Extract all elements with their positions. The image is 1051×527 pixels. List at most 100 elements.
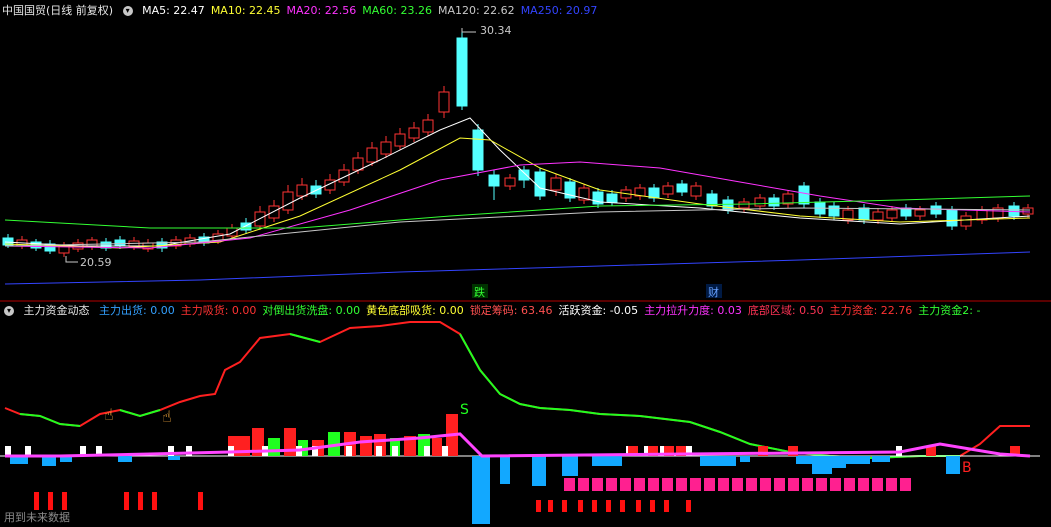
fund-decline-line	[289, 333, 321, 343]
panel-divider	[0, 300, 1051, 302]
ma-line	[4, 137, 1031, 249]
candle-body	[366, 147, 378, 163]
bottom-signal-bar	[620, 500, 625, 512]
indicator-legend-item: 主力资金2: -	[918, 304, 981, 317]
bottom-zone-block	[634, 478, 645, 491]
outflow-bar	[168, 456, 180, 460]
candle-body	[422, 119, 434, 133]
signal-tick	[442, 446, 448, 456]
indicator-legend-item: 主力出货: 0.00	[99, 304, 175, 317]
indicator-legend-item: 对倒出货洗盘: 0.00	[262, 304, 361, 317]
candle-body	[394, 133, 406, 147]
settings-toggle-icon[interactable]: ▾	[122, 6, 133, 16]
bottom-signal-bar	[138, 492, 143, 510]
bottom-signal-bar	[562, 500, 567, 512]
pull-up-line	[5, 432, 1031, 458]
signal-tick	[376, 446, 382, 456]
candle-body	[456, 37, 468, 107]
indicator-chart[interactable]: ☝ ☝ S B	[0, 320, 1051, 525]
bottom-zone-block	[774, 478, 785, 491]
candle-body	[738, 201, 750, 209]
ma-legend-item: MA10: 22.45	[210, 4, 281, 17]
candle-body	[722, 199, 734, 211]
candle-body	[606, 193, 618, 203]
bottom-zone-block	[844, 478, 855, 491]
outflow-bar	[472, 456, 490, 524]
indicator-legend-item: 锁定筹码: 63.46	[469, 304, 553, 317]
outflow-bar	[500, 456, 510, 484]
bottom-signal-bar	[578, 500, 583, 512]
volume-bar	[268, 438, 280, 456]
bottom-signal-bar	[48, 492, 53, 510]
sell-signal-label: S	[460, 402, 469, 418]
candle-body	[648, 187, 660, 199]
ma-legend-item: MA60: 23.26	[362, 4, 432, 17]
low-price-label: 20.59	[80, 256, 112, 269]
candle-body	[768, 197, 780, 207]
ma-legend-item: MA120: 22.62	[437, 4, 515, 17]
hand-icon: ☝	[162, 407, 172, 426]
outflow-bar	[846, 456, 870, 464]
main-fund-line	[4, 321, 1030, 460]
indicator-legend-item: 活跃资金: -0.05	[558, 304, 639, 317]
indicator-header: ▾ 主力资金动态 主力出货: 0.00 主力吸货: 0.00 对倒出货洗盘: 0.0…	[0, 303, 1051, 319]
candle-body	[676, 183, 688, 193]
fund-decline-line	[459, 333, 960, 460]
indicator-legend-item: 主力拉升力度: 0.03	[644, 304, 742, 317]
ma-line	[4, 161, 1031, 249]
bottom-zone-block	[802, 478, 813, 491]
event-marker-die: 跌	[474, 285, 485, 299]
bottom-zone-block	[690, 478, 701, 491]
candle-body	[504, 177, 516, 187]
watermark-text: 用到未来数据	[4, 511, 70, 524]
candle-body	[296, 184, 308, 197]
outflow-bar	[872, 456, 890, 462]
volume-bar	[360, 436, 372, 456]
candle-body	[338, 169, 350, 183]
bottom-zone-block	[816, 478, 827, 491]
signal-tick	[392, 446, 398, 456]
ma-legend-item: MA250: 20.97	[520, 4, 598, 17]
signal-tick	[346, 446, 352, 456]
candle-body	[380, 141, 392, 155]
bottom-zone-block	[592, 478, 603, 491]
bottom-signal-bar	[664, 500, 669, 512]
indicator-toggle-icon[interactable]: ▾	[4, 306, 14, 316]
volume-bar	[432, 438, 442, 456]
bottom-zone-block	[830, 478, 841, 491]
bottom-signal-bar	[636, 500, 641, 512]
bottom-signal-bar	[650, 500, 655, 512]
bottom-zone-block	[648, 478, 659, 491]
candle-body	[662, 185, 674, 195]
candle-body	[798, 185, 810, 205]
candle-body	[828, 205, 840, 217]
outflow-bar	[830, 456, 846, 468]
candle-body	[518, 169, 530, 181]
buy-signal-label: B	[962, 460, 972, 476]
candle-body	[550, 177, 562, 191]
stock-title: 中国国贸(日线 前复权)	[2, 4, 114, 17]
bottom-zone-block	[760, 478, 771, 491]
signal-tick	[424, 446, 430, 456]
bottom-zone-block	[704, 478, 715, 491]
bottom-signal-bar	[536, 500, 541, 512]
bottom-zone-block	[564, 478, 575, 491]
high-pointer	[461, 28, 476, 33]
indicator-name: 主力资金动态	[23, 304, 90, 317]
hand-icon: ☝	[104, 405, 114, 424]
candle-body	[914, 209, 926, 217]
indicator-legend-item: 主力吸货: 0.00	[180, 304, 257, 317]
candle-body	[858, 207, 870, 221]
bottom-signal-bar	[198, 492, 203, 510]
bottom-signal-bar	[34, 492, 39, 510]
event-marker-cai: 财	[708, 285, 719, 299]
ma-line	[4, 251, 1031, 285]
bottom-zone-block	[606, 478, 617, 491]
candle-body	[690, 185, 702, 197]
bottom-signal-bar	[686, 500, 691, 512]
bottom-signal-bar	[606, 500, 611, 512]
outflow-bar	[740, 456, 750, 462]
candlestick-chart[interactable]: 30.34 20.59 跌 财	[0, 20, 1051, 300]
outflow-bar	[532, 456, 546, 486]
low-pointer	[65, 256, 78, 263]
